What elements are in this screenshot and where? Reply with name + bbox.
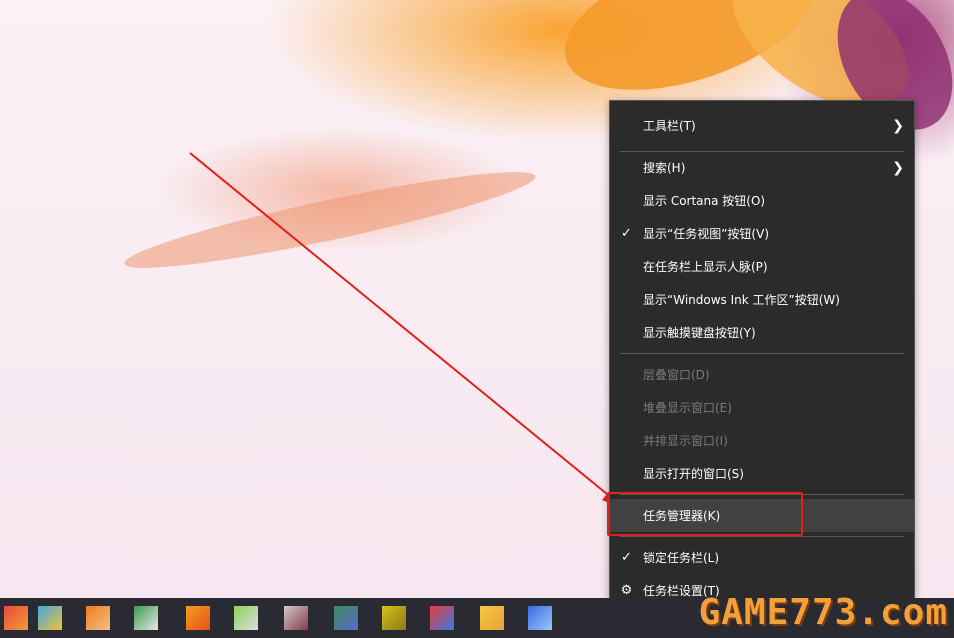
menu-item-show-desktop[interactable]: 显示打开的窗口(S) — [610, 457, 914, 490]
menu-item-label: 层叠窗口(D) — [643, 368, 710, 382]
taskbar-app-icon[interactable] — [334, 606, 358, 630]
watermark-logo: GAME773.com — [698, 592, 948, 633]
menu-item-label: 显示“Windows Ink 工作区”按钮(W) — [643, 293, 840, 307]
taskbar-app-icon[interactable] — [284, 606, 308, 630]
menu-item-label: 显示打开的窗口(S) — [643, 467, 744, 481]
taskbar-app-icon[interactable] — [480, 606, 504, 630]
menu-item-stack-windows: 堆叠显示窗口(E) — [610, 391, 914, 424]
menu-item-label: 显示 Cortana 按钮(O) — [643, 194, 766, 208]
menu-item-side-by-side-windows: 并排显示窗口(I) — [610, 424, 914, 457]
menu-item-label: 搜索(H) — [643, 161, 686, 175]
taskbar-app-icon[interactable] — [234, 606, 258, 630]
chevron-right-icon: ❯ — [892, 159, 904, 176]
chevron-right-icon: ❯ — [892, 117, 904, 134]
menu-item-show-touch-keyboard[interactable]: 显示触摸键盘按钮(Y) — [610, 316, 914, 349]
menu-separator — [620, 353, 904, 354]
menu-item-cascade-windows: 层叠窗口(D) — [610, 358, 914, 391]
taskbar-app-icon[interactable] — [528, 606, 552, 630]
taskbar-app-icon[interactable] — [4, 606, 28, 630]
menu-item-show-people[interactable]: 在任务栏上显示人脉(P) — [610, 250, 914, 283]
menu-item-label: 堆叠显示窗口(E) — [643, 401, 732, 415]
gear-icon: ⚙ — [620, 583, 633, 598]
menu-item-toolbars[interactable]: 工具栏(T) ❯ — [610, 109, 914, 142]
menu-separator — [620, 536, 904, 537]
wallpaper-petal — [120, 156, 540, 284]
menu-item-label: 并排显示窗口(I) — [643, 434, 728, 448]
taskbar-app-icon[interactable] — [382, 606, 406, 630]
menu-item-show-cortana-button[interactable]: 显示 Cortana 按钮(O) — [610, 184, 914, 217]
taskbar-app-icon[interactable] — [134, 606, 158, 630]
menu-item-label: 在任务栏上显示人脉(P) — [643, 260, 768, 274]
menu-item-label: 显示触摸键盘按钮(Y) — [643, 326, 756, 340]
menu-item-show-windows-ink[interactable]: 显示“Windows Ink 工作区”按钮(W) — [610, 283, 914, 316]
checkmark-icon: ✓ — [621, 226, 632, 241]
menu-item-label: 工具栏(T) — [643, 119, 696, 133]
checkmark-icon: ✓ — [621, 550, 632, 565]
menu-item-lock-taskbar[interactable]: ✓ 锁定任务栏(L) — [610, 541, 914, 574]
menu-item-label: 锁定任务栏(L) — [643, 551, 720, 565]
annotation-highlight-box — [607, 492, 803, 536]
menu-item-show-task-view-button[interactable]: ✓ 显示“任务视图”按钮(V) — [610, 217, 914, 250]
taskbar-app-icon[interactable] — [86, 606, 110, 630]
taskbar-app-icon[interactable] — [430, 606, 454, 630]
taskbar-app-icon[interactable] — [38, 606, 62, 630]
menu-item-label: 显示“任务视图”按钮(V) — [643, 227, 770, 241]
taskbar-app-icon[interactable] — [186, 606, 210, 630]
menu-item-search[interactable]: 搜索(H) ❯ — [610, 151, 914, 184]
